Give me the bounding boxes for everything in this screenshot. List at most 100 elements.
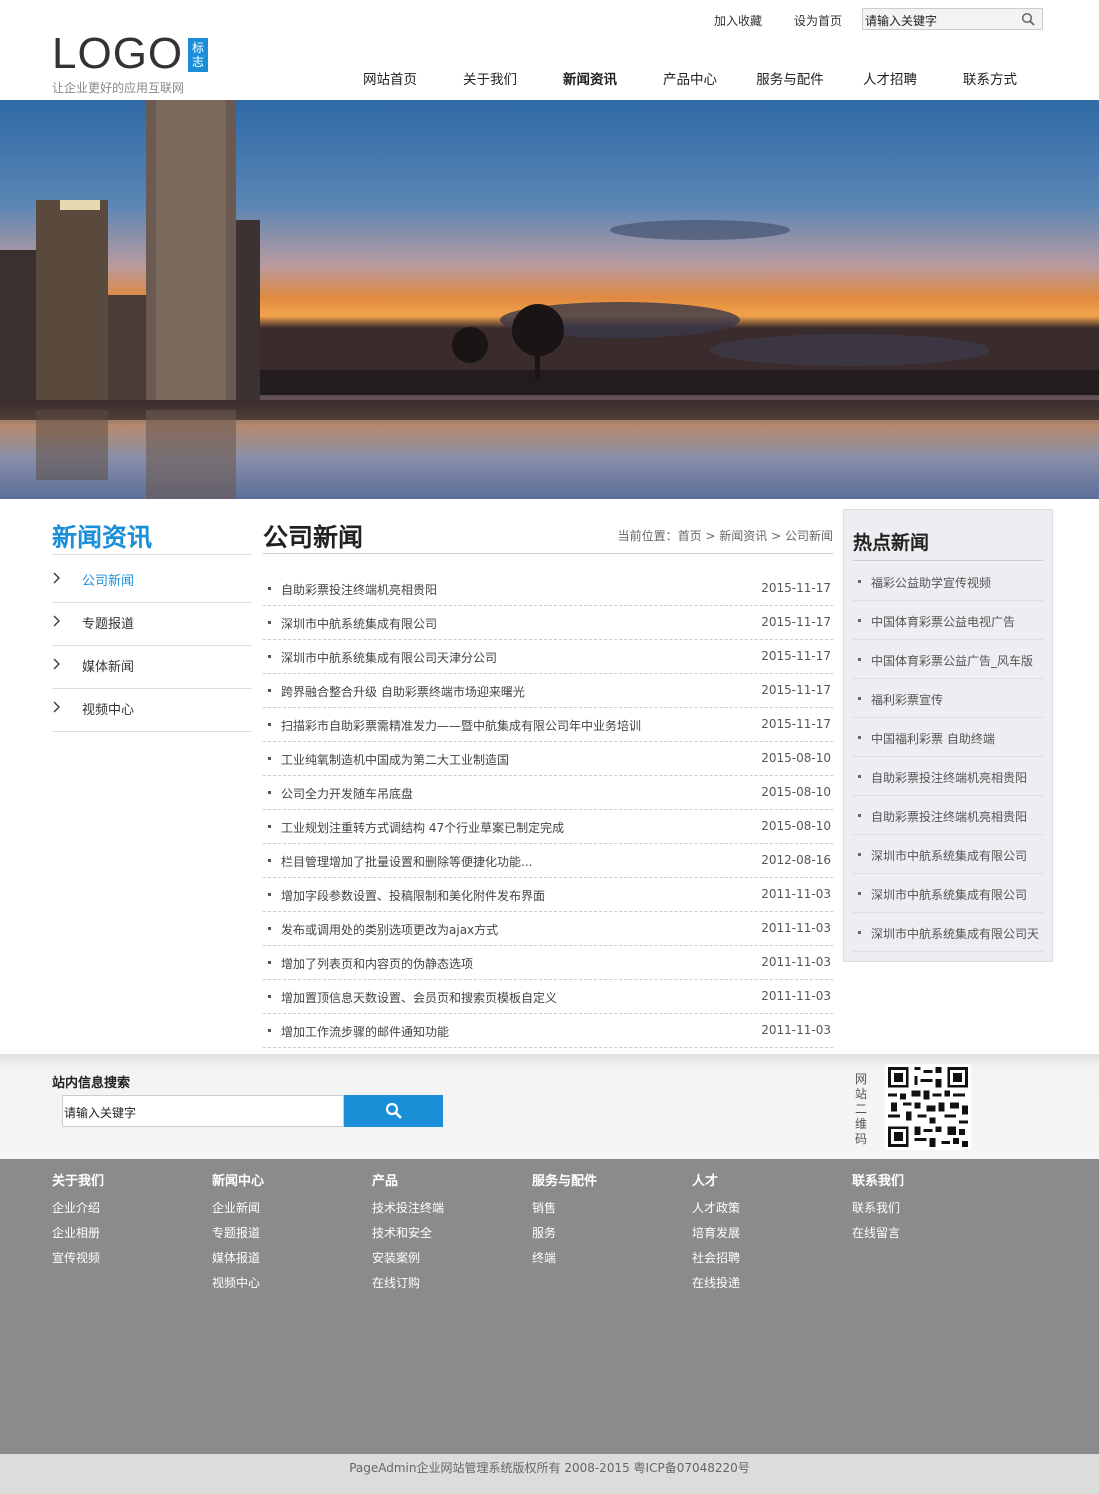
bullet-icon [268, 825, 271, 828]
news-date: 2015-11-17 [761, 649, 831, 663]
nav-item-about[interactable]: 关于我们 [440, 68, 540, 90]
footer-link[interactable]: 安装案例 [372, 1249, 522, 1274]
sidebar-item-label: 公司新闻 [82, 574, 135, 589]
news-title[interactable]: 深圳市中航系统集成有限公司天津分公司 [281, 649, 497, 666]
footer-link[interactable]: 媒体报道 [212, 1249, 362, 1274]
hot-news-item[interactable]: 深圳市中航系统集成有限公司天 [853, 913, 1043, 952]
footer-link[interactable]: 联系我们 [852, 1199, 1002, 1224]
page-title: 公司新闻 [263, 523, 364, 552]
bullet-icon [268, 995, 271, 998]
hot-news-item[interactable]: 福利彩票宣传 [853, 679, 1043, 718]
footer-link[interactable]: 终端 [532, 1249, 682, 1274]
footer-link[interactable]: 企业新闻 [212, 1199, 362, 1224]
site-search-input[interactable]: 请输入关键字 [62, 1095, 344, 1127]
news-list-item[interactable]: 增加工作流步骤的邮件通知功能 2011-11-03 [263, 1014, 833, 1048]
nav-item-home[interactable]: 网站首页 [340, 68, 440, 90]
set-homepage-link[interactable]: 设为首页 [794, 12, 842, 29]
footer-link[interactable]: 企业相册 [52, 1224, 202, 1249]
chevron-right-icon [53, 572, 60, 584]
footer-link[interactable]: 培育发展 [692, 1224, 842, 1249]
news-title[interactable]: 扫描彩市自助彩票需精准发力——暨中航集成有限公司年中业务培训 [281, 717, 641, 734]
hot-news-item[interactable]: 深圳市中航系统集成有限公司 [853, 874, 1043, 913]
news-list-item[interactable]: 跨界融合整合升级 自助彩票终端市场迎来曙光 2015-11-17 [263, 674, 833, 708]
hot-news-item[interactable]: 自助彩票投注终端机亮相贵阳 [853, 757, 1043, 796]
news-list-item[interactable]: 公司全力开发随车吊底盘 2015-08-10 [263, 776, 833, 810]
footer-link[interactable]: 在线留言 [852, 1224, 1002, 1249]
footer-link[interactable]: 人才政策 [692, 1199, 842, 1224]
footer-column: 关于我们 企业介绍 企业相册 宣传视频 [52, 1170, 202, 1274]
nav-item-news[interactable]: 新闻资讯 [540, 68, 640, 90]
news-list-item[interactable]: 增加了列表页和内容页的伪静态选项 2011-11-03 [263, 946, 833, 980]
news-title[interactable]: 工业纯氧制造机中国成为第二大工业制造国 [281, 751, 509, 768]
site-logo[interactable]: LOGO 标志 让企业更好的应用互联网 [52, 32, 222, 96]
news-list-item[interactable]: 发布或调用处的类别选项更改为ajax方式 2011-11-03 [263, 912, 833, 946]
hot-news-item[interactable]: 中国体育彩票公益电视广告 [853, 601, 1043, 640]
news-date: 2015-11-17 [761, 683, 831, 697]
news-list-item[interactable]: 工业纯氧制造机中国成为第二大工业制造国 2015-08-10 [263, 742, 833, 776]
footer-column: 服务与配件 销售 服务 终端 [532, 1170, 682, 1274]
news-list-item[interactable]: 工业规划注重转方式调结构 47个行业草案已制定完成 2015-08-10 [263, 810, 833, 844]
news-title[interactable]: 增加置顶信息天数设置、会员页和搜索页模板自定义 [281, 989, 557, 1006]
hero-banner[interactable] [0, 100, 1099, 499]
hot-news-item[interactable]: 中国福利彩票 自助终端 [853, 718, 1043, 757]
news-list-item[interactable]: 深圳市中航系统集成有限公司 2015-11-17 [263, 606, 833, 640]
header-search-input[interactable]: 请输入关键字 [862, 8, 1043, 30]
footer-link[interactable]: 宣传视频 [52, 1249, 202, 1274]
breadcrumb[interactable]: 当前位置：首页 > 新闻资讯 > 公司新闻 [618, 527, 833, 544]
logo-mark: 标志 [188, 38, 208, 72]
bullet-icon [268, 927, 271, 930]
hot-news-item[interactable]: 深圳市中航系统集成有限公司 [853, 835, 1043, 874]
hot-news-label: 深圳市中航系统集成有限公司天 [871, 927, 1040, 941]
news-list-item[interactable]: 增加字段参数设置、投稿限制和美化附件发布界面 2011-11-03 [263, 878, 833, 912]
nav-item-products[interactable]: 产品中心 [640, 68, 740, 90]
hot-news-label: 福彩公益助学宣传视频 [871, 576, 992, 590]
hot-news-item[interactable]: 福彩公益助学宣传视频 [853, 562, 1043, 601]
news-date: 2015-08-10 [761, 751, 831, 765]
add-favorite-link[interactable]: 加入收藏 [714, 12, 762, 29]
footer-link[interactable]: 技术和安全 [372, 1224, 522, 1249]
footer-link[interactable]: 服务 [532, 1224, 682, 1249]
hot-news-item[interactable]: 中国体育彩票公益广告_风车版 [853, 640, 1043, 679]
hot-news-label: 中国体育彩票公益电视广告 [871, 615, 1016, 629]
news-list-item[interactable]: 栏目管理增加了批量设置和删除等便捷化功能... 2012-08-16 [263, 844, 833, 878]
news-title[interactable]: 深圳市中航系统集成有限公司 [281, 615, 437, 632]
hot-news-label: 福利彩票宣传 [871, 693, 944, 707]
bullet-icon [858, 814, 861, 817]
footer-link[interactable]: 销售 [532, 1199, 682, 1224]
news-title[interactable]: 增加了列表页和内容页的伪静态选项 [281, 955, 473, 972]
news-title[interactable]: 发布或调用处的类别选项更改为ajax方式 [281, 921, 498, 938]
news-title[interactable]: 自助彩票投注终端机亮相贵阳 [281, 581, 437, 598]
footer-link[interactable]: 企业介绍 [52, 1199, 202, 1224]
footer-link[interactable]: 视频中心 [212, 1274, 362, 1299]
news-list-item[interactable]: 深圳市中航系统集成有限公司天津分公司 2015-11-17 [263, 640, 833, 674]
site-search-placeholder: 请输入关键字 [64, 1106, 137, 1120]
search-icon[interactable] [1021, 12, 1035, 26]
news-title[interactable]: 栏目管理增加了批量设置和删除等便捷化功能... [281, 853, 532, 870]
nav-item-careers[interactable]: 人才招聘 [840, 68, 940, 90]
nav-item-services[interactable]: 服务与配件 [740, 68, 840, 90]
footer-link[interactable]: 社会招聘 [692, 1249, 842, 1274]
news-title[interactable]: 增加字段参数设置、投稿限制和美化附件发布界面 [281, 887, 545, 904]
hot-news-label: 自助彩票投注终端机亮相贵阳 [871, 771, 1028, 785]
news-list-item[interactable]: 扫描彩市自助彩票需精准发力——暨中航集成有限公司年中业务培训 2015-11-17 [263, 708, 833, 742]
footer-link[interactable]: 专题报道 [212, 1224, 362, 1249]
sidebar-item-special-reports[interactable]: 专题报道 [52, 603, 252, 646]
site-search-button[interactable] [344, 1095, 443, 1127]
news-title[interactable]: 公司全力开发随车吊底盘 [281, 785, 413, 802]
sidebar-item-company-news[interactable]: 公司新闻 [52, 560, 252, 603]
news-title[interactable]: 工业规划注重转方式调结构 47个行业草案已制定完成 [281, 819, 564, 836]
footer-link[interactable]: 技术投注终端 [372, 1199, 522, 1224]
footer-link[interactable]: 在线投递 [692, 1274, 842, 1299]
bullet-icon [268, 689, 271, 692]
sidebar-item-video-center[interactable]: 视频中心 [52, 689, 252, 732]
sidebar-item-media-news[interactable]: 媒体新闻 [52, 646, 252, 689]
bullet-icon [858, 853, 861, 856]
news-list-item[interactable]: 增加置顶信息天数设置、会员页和搜索页模板自定义 2011-11-03 [263, 980, 833, 1014]
news-list-item[interactable]: 自助彩票投注终端机亮相贵阳 2015-11-17 [263, 572, 833, 606]
news-title[interactable]: 跨界融合整合升级 自助彩票终端市场迎来曙光 [281, 683, 525, 700]
nav-item-contact[interactable]: 联系方式 [940, 68, 1040, 90]
news-title[interactable]: 增加工作流步骤的邮件通知功能 [281, 1023, 449, 1040]
hot-news-item[interactable]: 自助彩票投注终端机亮相贵阳 [853, 796, 1043, 835]
footer-link[interactable]: 在线订购 [372, 1274, 522, 1299]
bullet-icon [268, 961, 271, 964]
